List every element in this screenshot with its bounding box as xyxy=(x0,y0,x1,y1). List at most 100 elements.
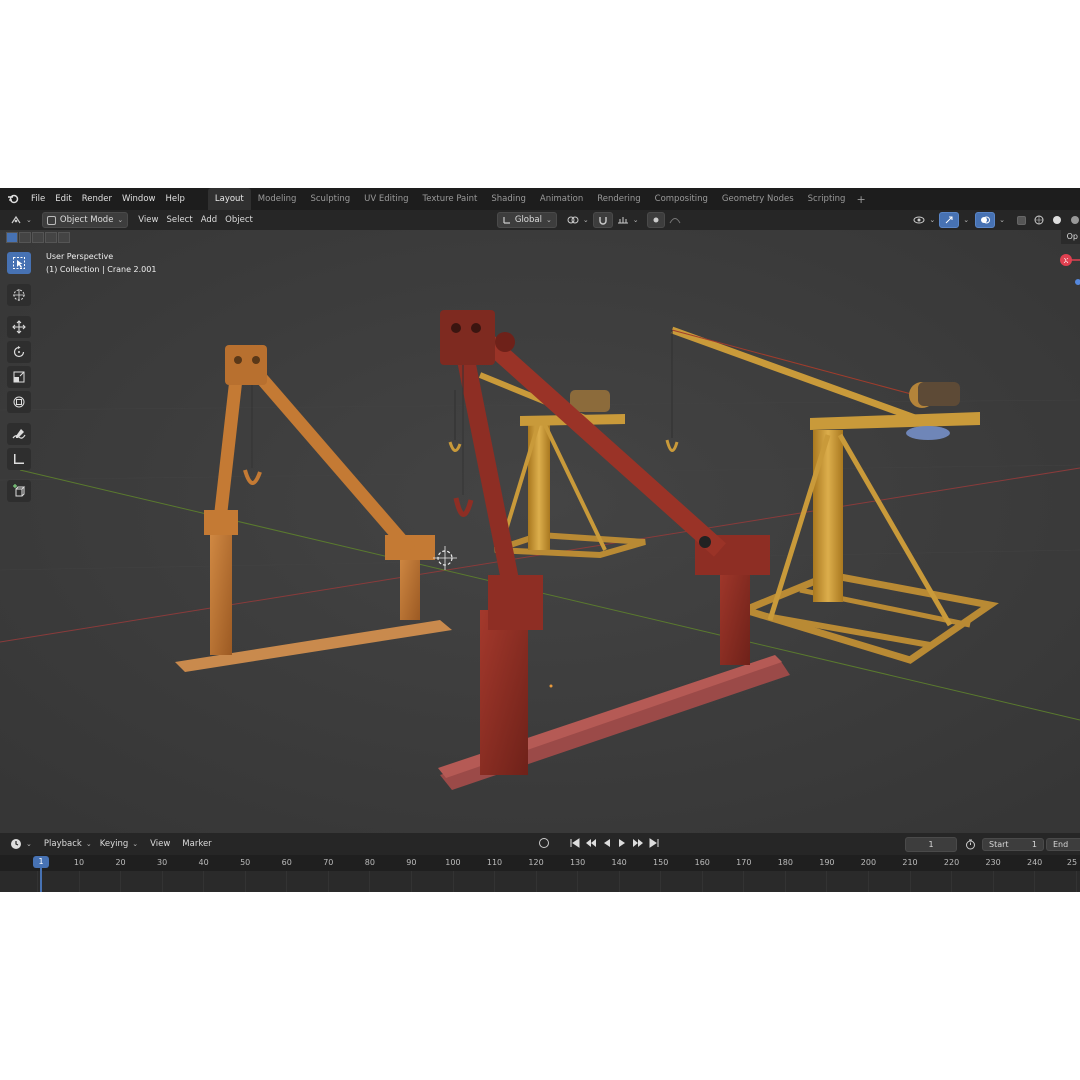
3d-viewport[interactable]: User Perspective (1) Collection | Crane … xyxy=(0,230,1080,833)
pivot-point-button[interactable]: ⌄ xyxy=(563,213,593,227)
timeline-grid-line xyxy=(161,871,163,892)
tab-scripting[interactable]: Scripting xyxy=(801,188,853,210)
tab-compositing[interactable]: Compositing xyxy=(648,188,715,210)
select-new-button[interactable] xyxy=(6,232,18,243)
menu-edit[interactable]: Edit xyxy=(50,194,76,204)
timeline-grid-line xyxy=(577,871,579,892)
start-frame-field[interactable]: Start 1 xyxy=(982,837,1044,851)
timeline-grid-line xyxy=(120,871,122,892)
tab-texture-paint[interactable]: Texture Paint xyxy=(416,188,485,210)
tab-sculpting[interactable]: Sculpting xyxy=(303,188,357,210)
pivot-icon xyxy=(567,216,579,224)
visibility-button[interactable]: ⌄ xyxy=(909,213,939,227)
menu-render[interactable]: Render xyxy=(77,194,117,204)
tool-scale[interactable] xyxy=(7,366,31,388)
overlay-toggle[interactable] xyxy=(975,212,996,228)
proportional-icon xyxy=(653,217,659,223)
frame-tick-label: 60 xyxy=(281,858,292,867)
menu-view[interactable]: View xyxy=(134,213,162,227)
tool-rotate[interactable] xyxy=(7,341,31,363)
select-subtract-button[interactable] xyxy=(32,232,44,243)
menu-add[interactable]: Add xyxy=(197,213,221,227)
jump-start-button[interactable] xyxy=(570,837,580,851)
end-frame-field[interactable]: End xyxy=(1046,837,1080,851)
timeline-grid-line xyxy=(1034,871,1036,892)
timeline-grid-line xyxy=(410,871,412,892)
current-frame-field[interactable]: 1 xyxy=(905,836,957,852)
select-extend-button[interactable] xyxy=(19,232,31,243)
top-menu-bar: File Edit Render Window Help Layout Mode… xyxy=(0,188,1080,210)
marker-menu[interactable]: Marker xyxy=(178,837,215,851)
view-perspective-label: User Perspective xyxy=(46,252,114,261)
shading-wireframe-button[interactable] xyxy=(1030,213,1048,227)
select-invert-button[interactable] xyxy=(45,232,57,243)
overlay-icon xyxy=(981,216,991,224)
start-value: 1 xyxy=(1031,839,1037,849)
preview-range-toggle[interactable] xyxy=(961,837,980,851)
blender-logo-icon[interactable] xyxy=(6,192,20,206)
auto-keying-toggle[interactable] xyxy=(538,837,550,852)
playback-menu[interactable]: Playback ⌄ xyxy=(40,837,96,851)
menu-window[interactable]: Window xyxy=(117,194,161,204)
selection-mode-buttons xyxy=(6,232,70,243)
shading-material-button[interactable] xyxy=(1066,213,1080,227)
timeline-editor-type-button[interactable]: ⌄ xyxy=(6,837,36,851)
keying-menu[interactable]: Keying ⌄ xyxy=(96,837,142,851)
tab-animation[interactable]: Animation xyxy=(533,188,590,210)
add-workspace-button[interactable]: + xyxy=(852,193,869,206)
tool-add-cube[interactable] xyxy=(7,480,31,502)
prev-keyframe-button[interactable] xyxy=(585,838,597,851)
falloff-icon xyxy=(669,218,681,224)
record-icon xyxy=(538,837,549,848)
overlay-dropdown-icon[interactable]: ⌄ xyxy=(999,216,1005,224)
tab-layout[interactable]: Layout xyxy=(207,188,251,210)
frame-tick-label: 30 xyxy=(157,858,168,867)
tool-transform[interactable] xyxy=(7,391,31,413)
editor-type-button[interactable]: ⌄ xyxy=(6,213,36,227)
tool-cursor[interactable] xyxy=(7,284,31,306)
frame-tick-label: 70 xyxy=(323,858,334,867)
tool-select-box[interactable] xyxy=(7,252,31,274)
menu-select[interactable]: Select xyxy=(162,213,196,227)
jump-end-button[interactable] xyxy=(649,837,659,851)
tab-rendering[interactable]: Rendering xyxy=(590,188,647,210)
tool-measure[interactable] xyxy=(7,448,31,470)
timeline-view-menu[interactable]: View xyxy=(146,837,174,851)
tab-shading[interactable]: Shading xyxy=(484,188,533,210)
proportional-edit-toggle[interactable] xyxy=(646,212,665,228)
gizmo-toggle[interactable] xyxy=(939,212,960,228)
next-keyframe-button[interactable] xyxy=(632,838,644,851)
gizmo-dropdown-icon[interactable]: ⌄ xyxy=(963,216,969,224)
frame-ruler: 1 10 20 30 40 50 60 70 80 90 100 110 120 130 140 150 16… xyxy=(0,855,1080,871)
frame-tick-label: 180 xyxy=(777,858,793,867)
current-frame-marker[interactable]: 1 xyxy=(33,856,49,868)
mode-dropdown[interactable]: Object Mode ⌄ xyxy=(41,212,129,228)
timeline-grid-line xyxy=(535,871,537,892)
play-button[interactable] xyxy=(617,838,627,851)
play-icon xyxy=(618,838,625,847)
tool-move[interactable] xyxy=(7,316,31,338)
timeline-area[interactable]: 1 10 20 30 40 50 60 70 80 90 100 110 120 130 140 150 16… xyxy=(0,855,1080,892)
tab-modeling[interactable]: Modeling xyxy=(251,188,304,210)
next-keyframe-icon xyxy=(632,838,643,847)
playhead[interactable] xyxy=(40,868,42,892)
tab-uv-editing[interactable]: UV Editing xyxy=(357,188,415,210)
timeline-grid-line xyxy=(494,871,496,892)
tool-annotate[interactable] xyxy=(7,423,31,445)
sidebar-tab[interactable]: Op xyxy=(1061,230,1080,244)
snap-toggle[interactable] xyxy=(592,212,613,228)
frame-tick-label: 190 xyxy=(819,858,835,867)
menu-help[interactable]: Help xyxy=(160,194,189,204)
shading-solid-button[interactable] xyxy=(1048,213,1066,227)
menu-file[interactable]: File xyxy=(26,194,50,204)
frame-tick-label: 150 xyxy=(653,858,669,867)
tab-geometry-nodes[interactable]: Geometry Nodes xyxy=(715,188,801,210)
timeline-grid-line xyxy=(78,871,80,892)
menu-object[interactable]: Object xyxy=(221,213,257,227)
xray-toggle[interactable] xyxy=(1013,213,1030,227)
select-intersect-button[interactable] xyxy=(58,232,70,243)
falloff-button[interactable] xyxy=(665,213,685,227)
snap-target-button[interactable]: ⌄ xyxy=(613,213,643,227)
transform-orientation-dropdown[interactable]: Global ⌄ xyxy=(496,212,557,228)
play-reverse-button[interactable] xyxy=(602,838,612,851)
